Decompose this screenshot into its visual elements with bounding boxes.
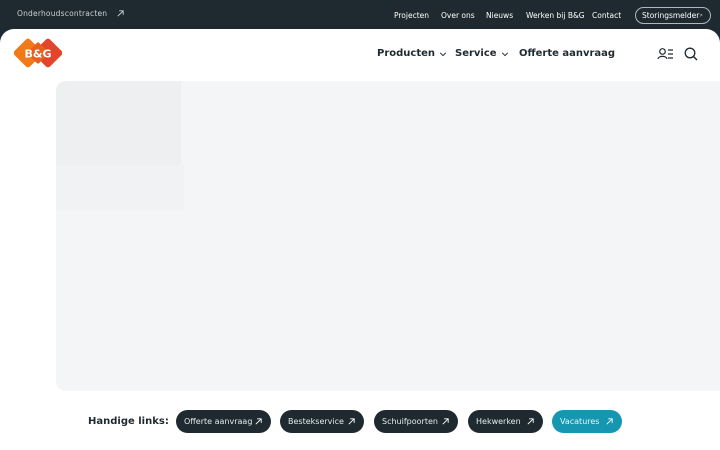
handy-link-schuifpoorten[interactable]: Schuifpoorten xyxy=(374,410,458,433)
arrow-up-right-icon xyxy=(527,418,534,425)
topnav-contact[interactable]: Contact xyxy=(592,11,621,20)
handy-link-offerte-aanvraag[interactable]: Offerte aanvraag xyxy=(176,410,271,433)
nav-producten[interactable]: Producten xyxy=(377,48,447,59)
nav-service[interactable]: Service xyxy=(455,48,509,59)
contracts-link-label: Onderhoudscontracten xyxy=(17,9,108,18)
handy-link-label: Bestekservice xyxy=(288,417,344,426)
handy-link-bestekservice[interactable]: Bestekservice xyxy=(280,410,364,433)
arrow-up-right-icon xyxy=(442,418,449,425)
topnav-nieuws[interactable]: Nieuws xyxy=(486,11,513,20)
handy-link-vacatures[interactable]: Vacatures xyxy=(552,410,622,433)
nav-offerte-label: Offerte aanvraag xyxy=(519,48,616,59)
storingsmelder-button[interactable]: Storingsmelder xyxy=(635,7,711,24)
topnav-over-ons[interactable]: Over ons xyxy=(441,11,475,20)
handy-links-label: Handige links: xyxy=(88,416,169,427)
topnav-werken-bij[interactable]: Werken bij B&G xyxy=(526,11,585,20)
arrow-up-right-icon xyxy=(699,14,703,17)
contracts-link[interactable]: Onderhoudscontracten xyxy=(17,9,125,18)
handy-link-label: Vacatures xyxy=(560,417,600,426)
hero-placeholder-block xyxy=(56,81,181,165)
storingsmelder-label: Storingsmelder xyxy=(642,11,700,20)
chevron-down-icon xyxy=(439,51,447,56)
nav-offerte-aanvraag[interactable]: Offerte aanvraag xyxy=(519,48,615,59)
handy-link-label: Schuifpoorten xyxy=(382,417,438,426)
nav-service-label: Service xyxy=(455,48,497,59)
arrow-up-right-icon xyxy=(606,418,613,425)
topnav-projecten[interactable]: Projecten xyxy=(394,11,429,20)
arrow-up-right-icon xyxy=(255,418,262,425)
chevron-down-icon xyxy=(501,51,508,56)
arrow-up-right-icon xyxy=(117,10,124,17)
handy-link-label: Hekwerken xyxy=(476,417,521,426)
search-icon[interactable] xyxy=(683,46,699,62)
arrow-up-right-icon xyxy=(348,418,355,425)
hero-placeholder xyxy=(56,81,720,391)
account-menu-icon[interactable] xyxy=(657,46,673,62)
top-bar: Onderhoudscontracten Projecten Over ons … xyxy=(0,0,720,30)
logo-text: B&G xyxy=(24,48,51,61)
handy-link-hekwerken[interactable]: Hekwerken xyxy=(468,410,543,433)
handy-link-label: Offerte aanvraag xyxy=(184,417,253,426)
nav-producten-label: Producten xyxy=(377,48,436,59)
hero-placeholder-block xyxy=(56,165,184,211)
bg-logo[interactable]: B&G xyxy=(14,37,62,71)
